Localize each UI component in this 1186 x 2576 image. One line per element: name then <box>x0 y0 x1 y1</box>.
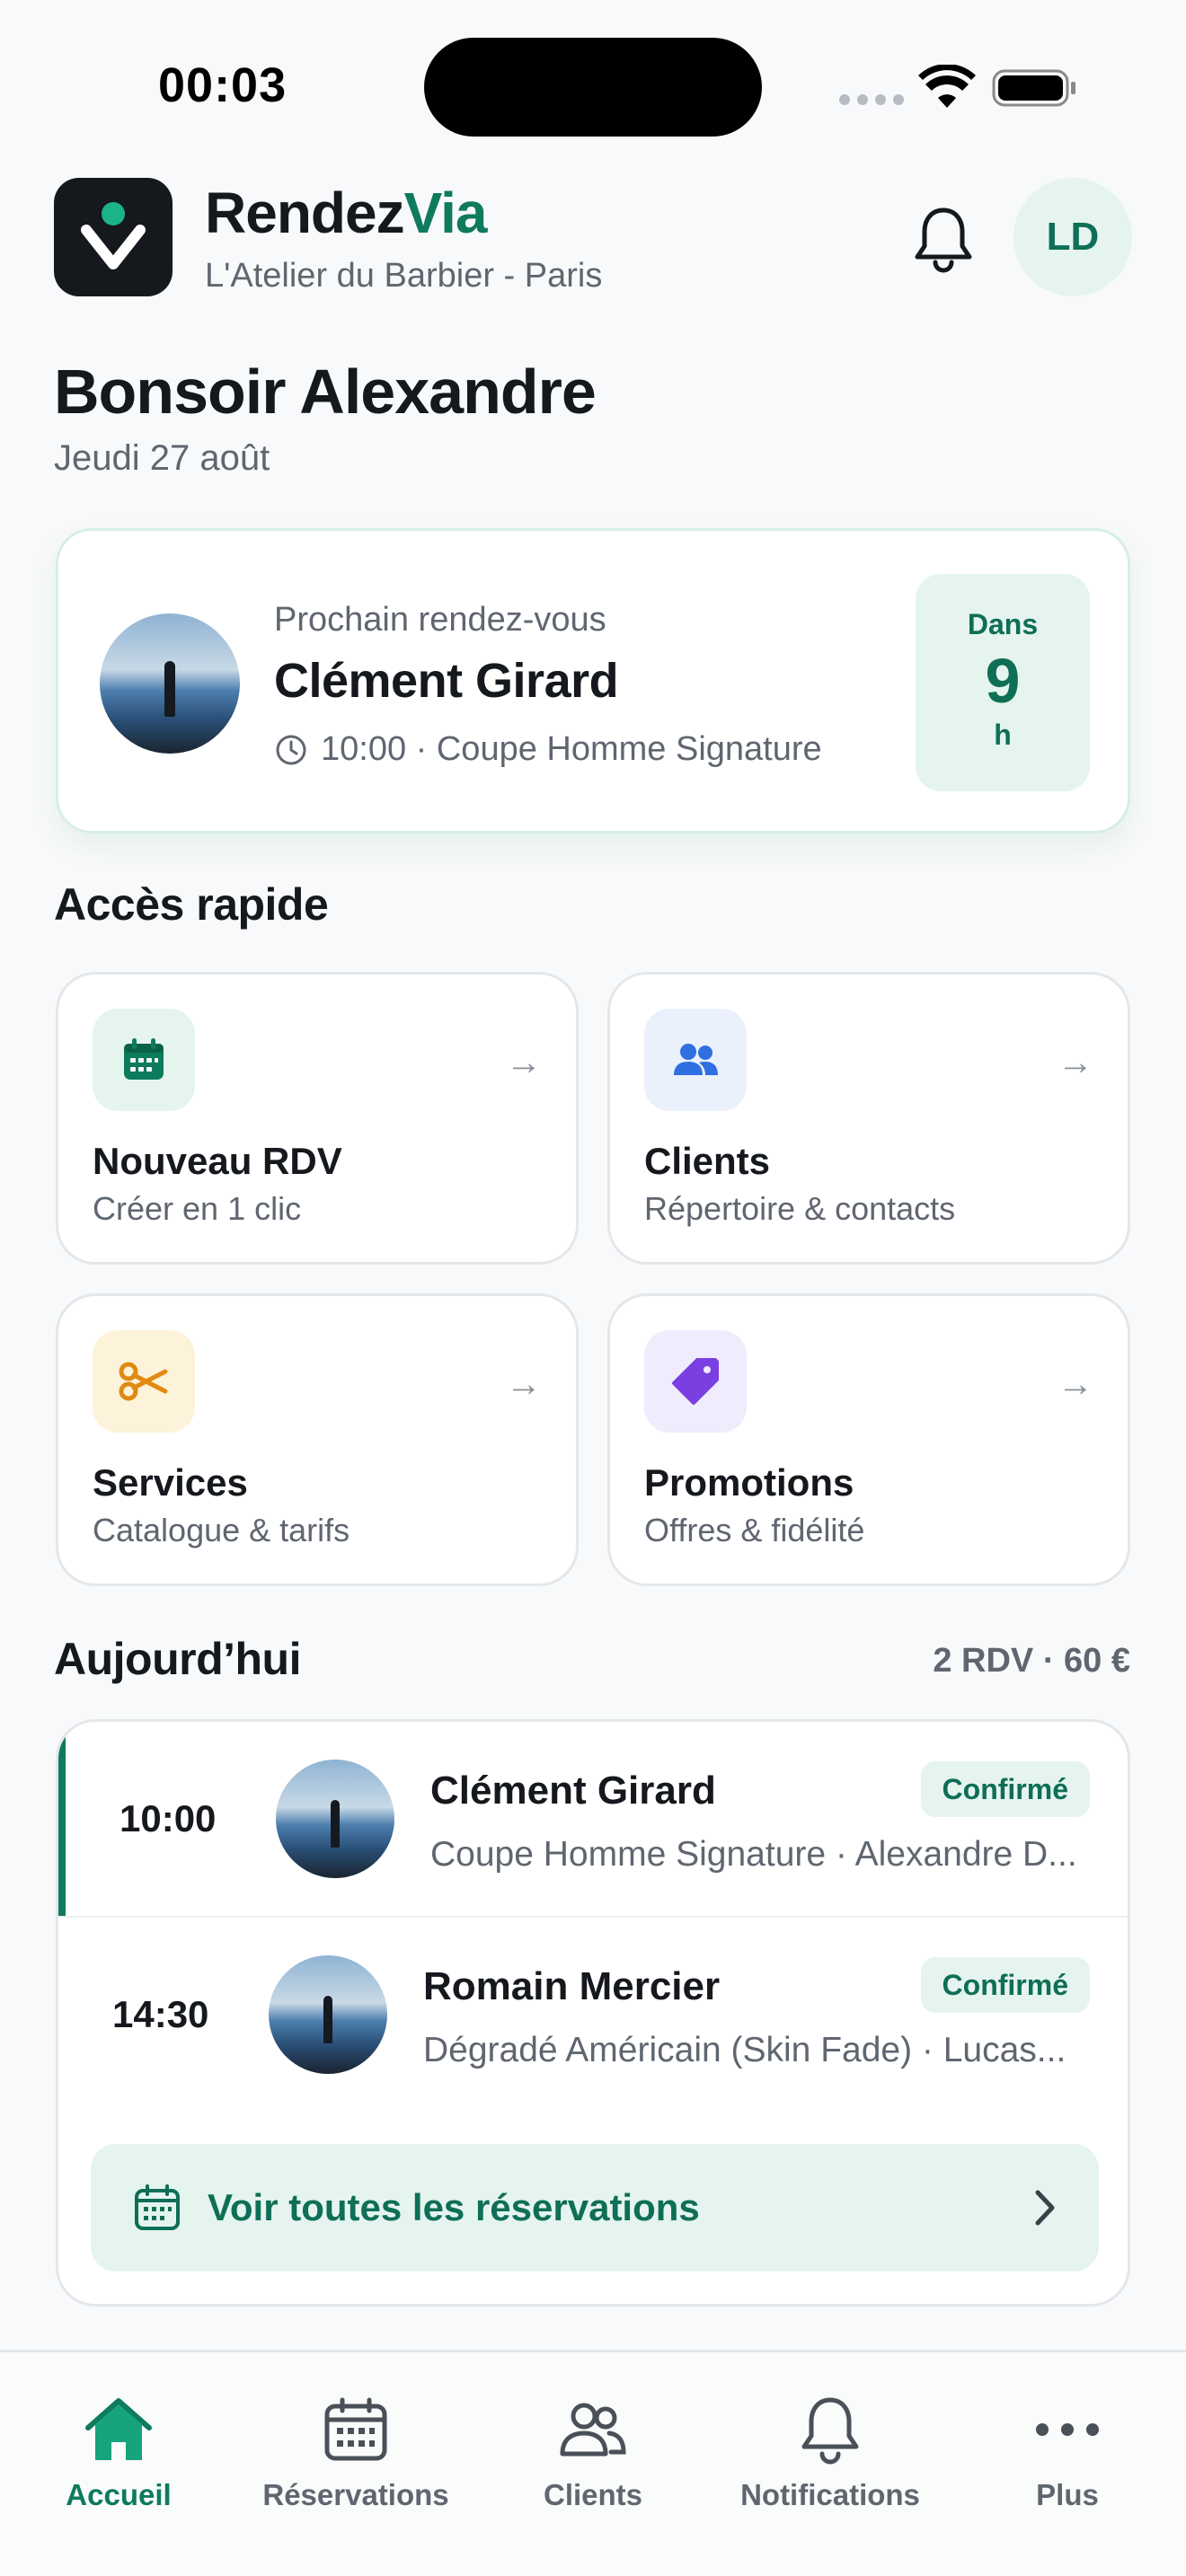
tab-notifications[interactable]: Notifications <box>712 2392 949 2512</box>
tab-home[interactable]: Accueil <box>0 2392 237 2512</box>
today-appointments-card: 10:00 Clément Girard Confirmé Coupe Homm… <box>56 1719 1130 2307</box>
countdown-badge: Dans 9 h <box>916 574 1090 791</box>
tab-label: Accueil <box>66 2478 172 2511</box>
users-icon <box>644 1009 747 1111</box>
appointment-time: 10:00 <box>119 1797 217 1839</box>
cellular-icon <box>839 93 911 110</box>
tab-label: Notifications <box>740 2478 920 2511</box>
arrow-right-icon: → <box>506 1364 542 1404</box>
clock-icon <box>276 735 306 764</box>
countdown-value: 9 <box>985 646 1021 716</box>
status-badge: Confirmé <box>920 1761 1090 1817</box>
battery-icon <box>992 69 1075 107</box>
next-appointment-meta: 10:00 · Coupe Homme Signature <box>274 730 822 769</box>
tab-bar: Accueil Réservations Clients Notificatio… <box>0 2350 1186 2576</box>
calendar-icon <box>135 2184 180 2230</box>
client-photo <box>269 1955 387 2074</box>
tile-promotions[interactable]: → Promotions Offres & fidélité <box>607 1293 1130 1586</box>
appointment-detail: Dégradé Américain (Skin Fade) · Lucas... <box>423 2031 1067 2069</box>
tile-services[interactable]: → Services Catalogue & tarifs <box>56 1293 579 1586</box>
quick-access-title: Accès rapide <box>54 879 329 930</box>
appointment-client: Romain Mercier <box>423 1964 721 2008</box>
scissors-icon <box>93 1330 195 1433</box>
bell-icon <box>712 2392 949 2467</box>
current-date: Jeudi 27 août <box>54 438 270 478</box>
tile-new-appointment[interactable]: → Nouveau RDV Créer en 1 clic <box>56 972 579 1265</box>
appointment-row[interactable]: 14:30 Romain Mercier Confirmé Dégradé Am… <box>58 1918 1128 2112</box>
tab-more[interactable]: Plus <box>949 2392 1186 2512</box>
today-summary: 2 RDV · 60 € <box>933 1642 1130 1680</box>
today-title: Aujourd’hui <box>54 1634 302 1684</box>
arrow-right-icon: → <box>1058 1043 1093 1082</box>
tab-reservations[interactable]: Réservations <box>237 2392 474 2512</box>
home-icon <box>0 2392 237 2467</box>
logo-icon <box>81 202 146 269</box>
arrow-right-icon: → <box>1058 1364 1093 1404</box>
tab-label: Réservations <box>262 2478 449 2511</box>
dynamic-island <box>424 38 762 137</box>
brand-name-part1: Rendez <box>205 181 405 245</box>
more-icon <box>949 2392 1186 2467</box>
next-appointment-time-service: 10:00 · Coupe Homme Signature <box>321 730 822 768</box>
tile-title: Clients <box>644 1140 771 1182</box>
appointment-detail: Coupe Homme Signature · Alexandre D... <box>430 1835 1077 1874</box>
next-appointment-client: Clément Girard <box>274 654 619 708</box>
salon-name: L'Atelier du Barbier - Paris <box>205 257 603 295</box>
wifi-icon <box>918 65 976 108</box>
appointment-time: 14:30 <box>112 1993 209 2035</box>
tab-clients[interactable]: Clients <box>474 2392 712 2512</box>
notifications-button[interactable] <box>907 203 979 275</box>
tile-title: Promotions <box>644 1461 854 1504</box>
countdown-prefix: Dans <box>967 608 1039 640</box>
tag-icon <box>644 1330 747 1433</box>
status-badge: Confirmé <box>920 1957 1090 2013</box>
next-appointment-card[interactable]: Prochain rendez-vous Clément Girard 10:0… <box>56 528 1130 834</box>
avatar[interactable]: LD <box>1013 178 1132 296</box>
tile-subtitle: Répertoire & contacts <box>644 1190 956 1227</box>
app-title: RendezVia <box>205 180 487 246</box>
view-all-label: Voir toutes les réservations <box>208 2186 700 2228</box>
client-photo <box>276 1760 394 1878</box>
tile-clients[interactable]: → Clients Répertoire & contacts <box>607 972 1130 1265</box>
appointment-row[interactable]: 10:00 Clément Girard Confirmé Coupe Homm… <box>58 1722 1128 1916</box>
arrow-right-icon: → <box>506 1043 542 1082</box>
tile-title: Nouveau RDV <box>93 1140 342 1182</box>
tile-subtitle: Créer en 1 clic <box>93 1190 302 1227</box>
bell-icon <box>915 207 972 273</box>
greeting-title: Bonsoir Alexandre <box>54 357 597 427</box>
tab-label: Plus <box>1036 2478 1099 2511</box>
brand-name-part2: Via <box>403 181 488 245</box>
app-logo <box>54 178 173 296</box>
client-photo <box>100 613 240 754</box>
countdown-unit: h <box>994 719 1012 751</box>
calendar-icon <box>237 2392 474 2467</box>
tile-title: Services <box>93 1461 248 1504</box>
users-icon <box>474 2392 712 2467</box>
chevron-right-icon <box>1035 2190 1055 2226</box>
appointment-client: Clément Girard <box>430 1769 716 1813</box>
status-time: 00:03 <box>158 58 288 112</box>
tile-subtitle: Offres & fidélité <box>644 1512 865 1548</box>
tile-subtitle: Catalogue & tarifs <box>93 1512 350 1548</box>
view-all-reservations-button[interactable]: Voir toutes les réservations <box>91 2144 1099 2272</box>
status-bar: 00:03 <box>0 0 1186 153</box>
next-appointment-label: Prochain rendez-vous <box>274 601 606 639</box>
tab-label: Clients <box>543 2478 643 2511</box>
calendar-icon <box>93 1009 195 1111</box>
